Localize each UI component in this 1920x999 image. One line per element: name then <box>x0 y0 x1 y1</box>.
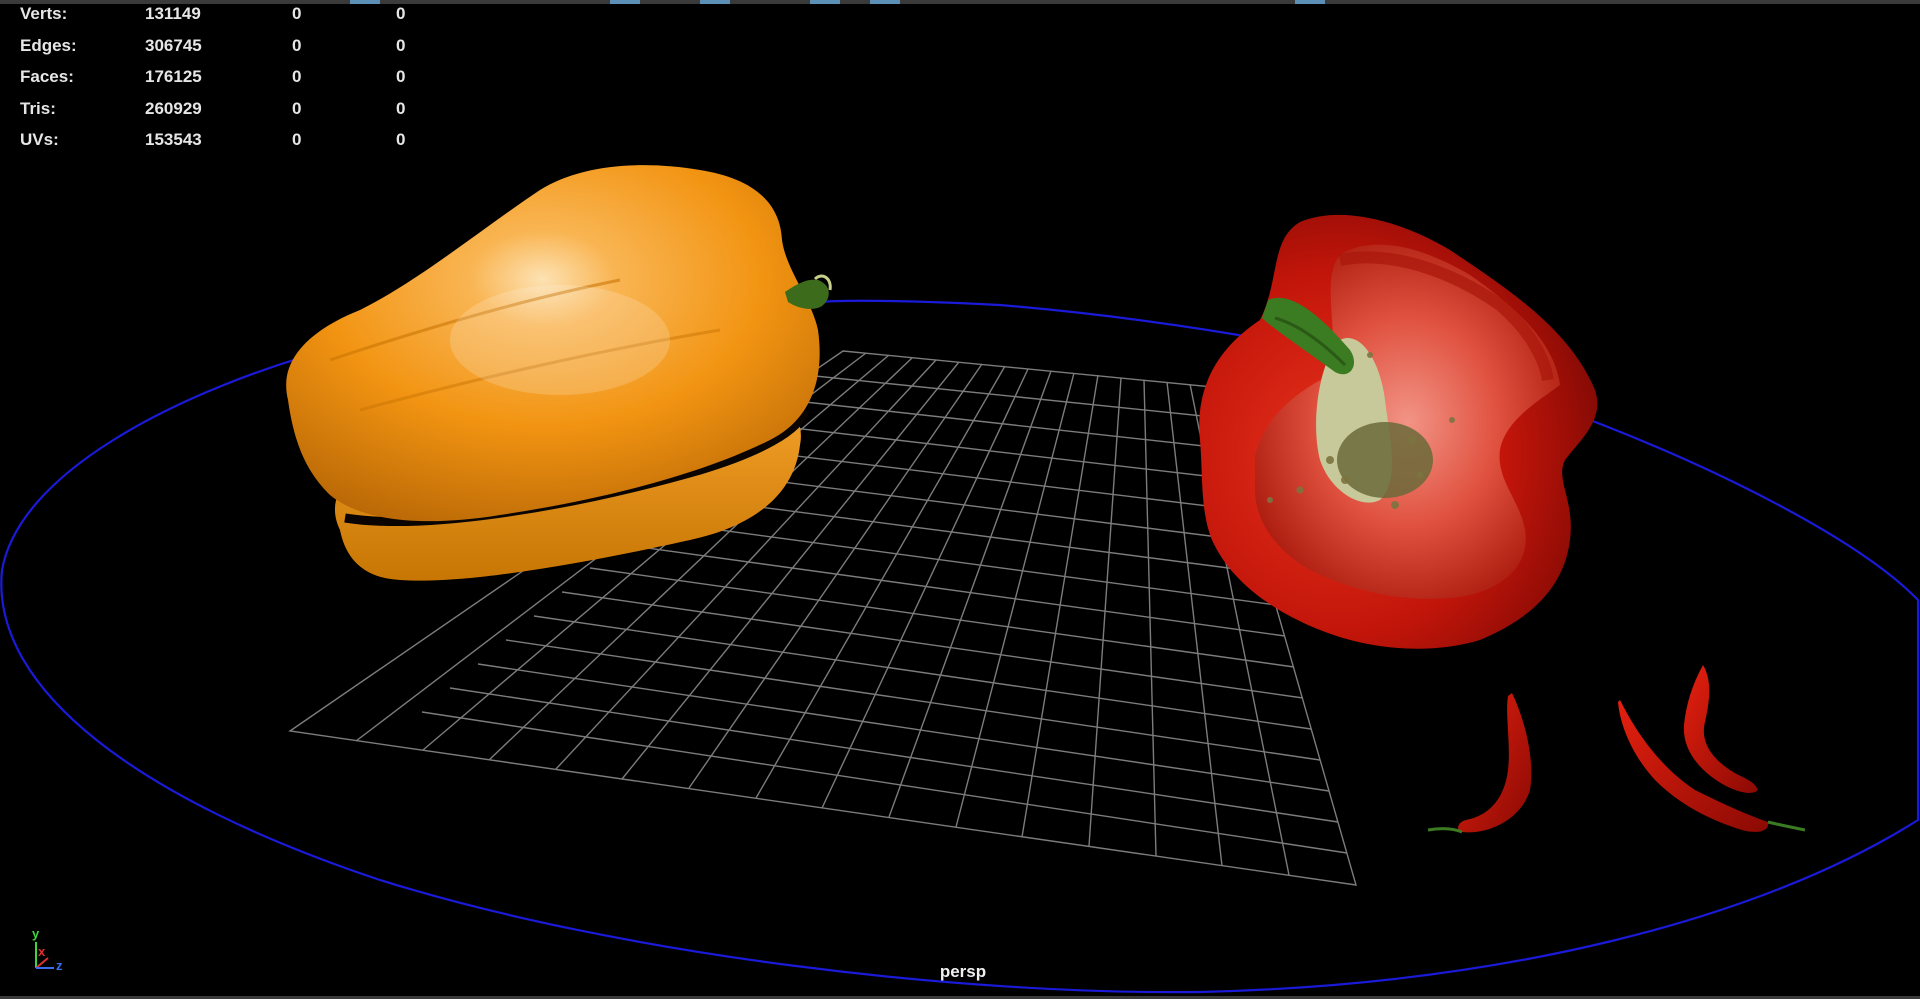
hud-label: Verts: <box>20 4 68 23</box>
hud-selected-value: 0 <box>292 67 302 86</box>
hud-component-value: 0 <box>396 130 406 149</box>
halved-red-bell-pepper <box>1199 214 1598 649</box>
axis-label-x: x <box>38 944 46 959</box>
hud-selected-value: 0 <box>292 35 302 55</box>
hud-total-value: 176125 <box>145 67 202 86</box>
hud-label: Edges: <box>20 35 77 55</box>
hud-selected-value: 0 <box>292 4 302 23</box>
yellow-bell-pepper <box>286 165 832 581</box>
maya-perspective-viewport[interactable]: Verts: 131149 0 0 Edges: 306745 0 0 Face… <box>0 0 1920 999</box>
camera-name-label: persp <box>939 962 987 981</box>
hud-selected-value: 0 <box>292 130 302 149</box>
hud-component-value: 0 <box>396 67 406 86</box>
hud-label: Tris: <box>20 98 56 118</box>
hud-selected-value: 0 <box>292 98 302 118</box>
hud-total-value: 260929 <box>145 98 202 118</box>
axis-label-y: y <box>32 926 40 941</box>
hud-component-value: 0 <box>396 98 406 118</box>
red-chili-pepper <box>1427 693 1532 834</box>
hud-label: UVs: <box>20 130 59 149</box>
hud-total-value: 306745 <box>145 35 202 55</box>
hud-label: Faces: <box>20 67 74 86</box>
hud-component-value: 0 <box>396 35 406 55</box>
hud-total-value: 153543 <box>145 130 202 149</box>
scene-render[interactable] <box>0 0 1920 999</box>
hud-component-value: 0 <box>396 4 406 23</box>
hud-total-value: 131149 <box>145 4 201 23</box>
red-chili-pepper <box>1683 665 1758 793</box>
